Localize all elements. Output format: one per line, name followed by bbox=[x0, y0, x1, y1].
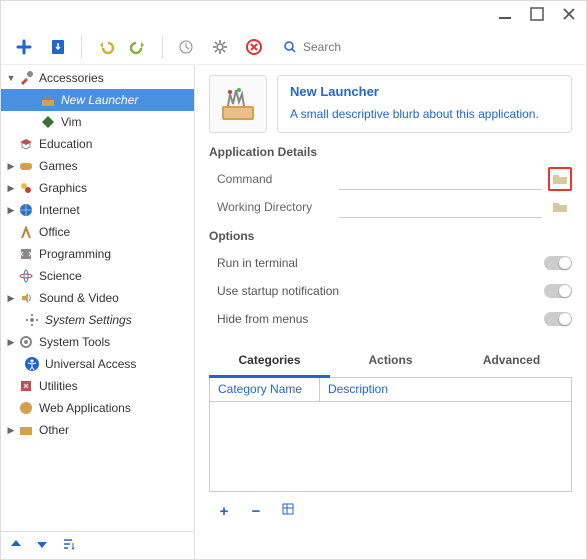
tools-icon bbox=[17, 69, 35, 87]
execute-button[interactable] bbox=[171, 33, 201, 61]
tree-item-system-tools[interactable]: ▶System Tools bbox=[1, 331, 194, 353]
detail-tabs: Categories Actions Advanced bbox=[209, 345, 572, 378]
workdir-row: Working Directory bbox=[209, 193, 572, 221]
accessibility-icon bbox=[23, 355, 41, 373]
opt-terminal-toggle[interactable] bbox=[544, 256, 572, 270]
details-panel: New Launcher A small descriptive blurb a… bbox=[195, 65, 586, 559]
move-down-button[interactable] bbox=[35, 537, 49, 554]
vim-icon bbox=[39, 113, 57, 131]
sidebar: ▼Accessories New Launcher Vim Education … bbox=[1, 65, 195, 559]
other-icon bbox=[17, 421, 35, 439]
section-options: Options bbox=[209, 229, 572, 243]
games-icon bbox=[17, 157, 35, 175]
tree-item-new-launcher[interactable]: New Launcher bbox=[1, 89, 194, 111]
category-tree[interactable]: ▼Accessories New Launcher Vim Education … bbox=[1, 65, 194, 531]
col-category-name[interactable]: Category Name bbox=[210, 378, 320, 401]
sort-button[interactable] bbox=[61, 537, 75, 554]
tab-advanced[interactable]: Advanced bbox=[451, 345, 572, 377]
tree-item-graphics[interactable]: ▶Graphics bbox=[1, 177, 194, 199]
maximize-button[interactable] bbox=[530, 7, 544, 24]
search-box[interactable] bbox=[273, 40, 578, 54]
tab-actions[interactable]: Actions bbox=[330, 345, 451, 377]
tree-item-universal-access[interactable]: Universal Access bbox=[1, 353, 194, 375]
office-icon bbox=[17, 223, 35, 241]
tree-item-science[interactable]: Science bbox=[1, 265, 194, 287]
search-icon bbox=[283, 40, 297, 54]
titlebar bbox=[1, 1, 586, 29]
tree-item-accessories[interactable]: ▼Accessories bbox=[1, 67, 194, 89]
tree-item-other[interactable]: ▶Other bbox=[1, 419, 194, 441]
categories-toolbar: + − bbox=[209, 492, 572, 530]
tree-item-office[interactable]: Office bbox=[1, 221, 194, 243]
tree-item-system-settings[interactable]: System Settings bbox=[1, 309, 194, 331]
tree-item-education[interactable]: Education bbox=[1, 133, 194, 155]
launcher-info: New Launcher A small descriptive blurb a… bbox=[277, 75, 572, 133]
command-input[interactable] bbox=[339, 168, 542, 190]
category-add-button[interactable]: + bbox=[215, 503, 233, 520]
folder-icon bbox=[552, 200, 568, 214]
add-button[interactable] bbox=[9, 33, 39, 61]
section-app-details: Application Details bbox=[209, 145, 572, 159]
minimize-button[interactable] bbox=[498, 7, 512, 24]
tree-item-sound-video[interactable]: ▶Sound & Video bbox=[1, 287, 194, 309]
education-icon bbox=[17, 135, 35, 153]
toolbar bbox=[1, 29, 586, 65]
save-button[interactable] bbox=[43, 33, 73, 61]
tree-item-utilities[interactable]: Utilities bbox=[1, 375, 194, 397]
opt-startup-toggle[interactable] bbox=[544, 284, 572, 298]
delete-button[interactable] bbox=[239, 33, 269, 61]
programming-icon bbox=[17, 245, 35, 263]
tree-item-vim[interactable]: Vim bbox=[1, 111, 194, 133]
launcher-blurb[interactable]: A small descriptive blurb about this app… bbox=[290, 107, 559, 121]
categories-table-header: Category Name Description bbox=[209, 378, 572, 402]
opt-hide-label: Hide from menus bbox=[209, 312, 544, 326]
search-input[interactable] bbox=[303, 40, 383, 54]
tree-item-programming[interactable]: Programming bbox=[1, 243, 194, 265]
workdir-input[interactable] bbox=[339, 196, 542, 218]
graphics-icon bbox=[17, 179, 35, 197]
sidebar-footer bbox=[1, 531, 194, 559]
web-apps-icon bbox=[17, 399, 35, 417]
settings-button[interactable] bbox=[205, 33, 235, 61]
command-row: Command bbox=[209, 165, 572, 193]
launcher-title[interactable]: New Launcher bbox=[290, 84, 559, 99]
close-button[interactable] bbox=[562, 7, 576, 24]
tab-categories[interactable]: Categories bbox=[209, 345, 330, 378]
tree-item-games[interactable]: ▶Games bbox=[1, 155, 194, 177]
science-icon bbox=[17, 267, 35, 285]
folder-icon bbox=[552, 172, 568, 186]
category-remove-button[interactable]: − bbox=[247, 503, 265, 520]
opt-terminal-label: Run in terminal bbox=[209, 256, 544, 270]
sound-icon bbox=[17, 289, 35, 307]
launcher-icon bbox=[39, 91, 57, 109]
workdir-browse-button[interactable] bbox=[548, 195, 572, 219]
tree-item-internet[interactable]: ▶Internet bbox=[1, 199, 194, 221]
undo-button[interactable] bbox=[90, 33, 120, 61]
utilities-icon bbox=[17, 377, 35, 395]
category-clear-button[interactable] bbox=[279, 502, 297, 520]
launcher-icon-preview[interactable] bbox=[209, 75, 267, 133]
tree-item-web-applications[interactable]: Web Applications bbox=[1, 397, 194, 419]
settings-icon bbox=[23, 311, 41, 329]
move-up-button[interactable] bbox=[9, 537, 23, 554]
command-label: Command bbox=[209, 172, 339, 186]
workdir-label: Working Directory bbox=[209, 200, 339, 214]
system-tools-icon bbox=[17, 333, 35, 351]
opt-hide-toggle[interactable] bbox=[544, 312, 572, 326]
categories-table-body[interactable] bbox=[209, 402, 572, 492]
internet-icon bbox=[17, 201, 35, 219]
command-browse-button[interactable] bbox=[548, 167, 572, 191]
redo-button[interactable] bbox=[124, 33, 154, 61]
col-description[interactable]: Description bbox=[320, 378, 571, 401]
opt-startup-label: Use startup notification bbox=[209, 284, 544, 298]
